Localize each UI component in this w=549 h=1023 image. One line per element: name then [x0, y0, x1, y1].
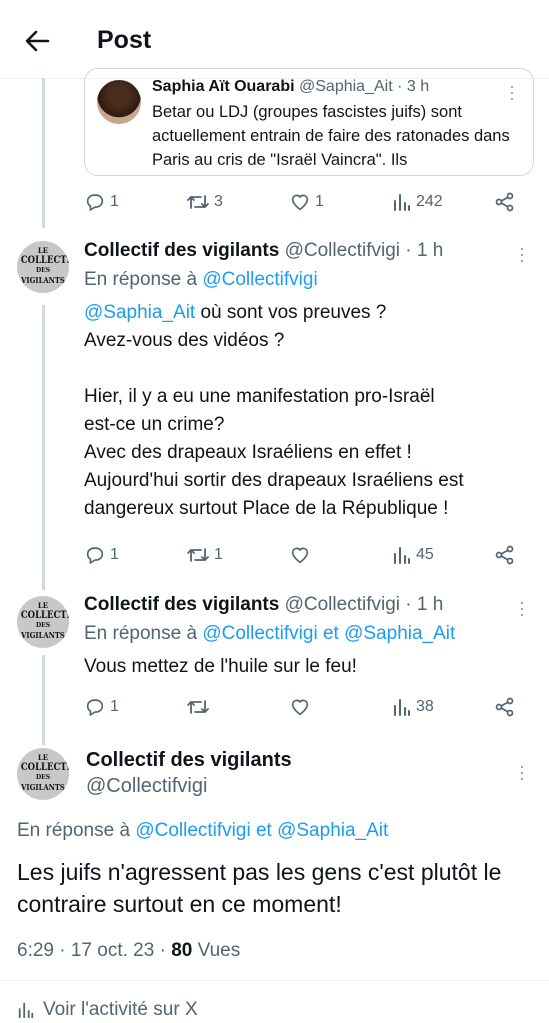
author-handle: @Collectifvigi [284, 594, 400, 615]
heart-icon [291, 194, 309, 211]
author-handle[interactable]: @Collectifvigi [86, 775, 207, 798]
view-activity-link[interactable]: Voir l'activité sur X [17, 999, 198, 1021]
avatar-text: VIGILANTS [21, 630, 65, 640]
quoted-text: Betar ou LDJ (groupes fascistes juifs) s… [152, 103, 510, 169]
reply-context: En réponse à @Collectifvigi et @Saphia_A… [84, 623, 456, 644]
author-name[interactable]: Collectif des vigilants [84, 594, 279, 615]
avatar-text: COLLECTIF [20, 255, 69, 266]
author-line: Collectif des vigilants @Collectifvigi ·… [84, 240, 443, 262]
author-name[interactable]: Collectif des vigilants [86, 749, 292, 772]
tweet-meta: 6:29 · 17 oct. 23 · 80 Vues [17, 940, 241, 961]
share-icon [495, 697, 514, 717]
mention-link[interactable]: @Collectifvigi [135, 820, 250, 841]
more-icon[interactable]: · · · [509, 77, 515, 107]
author-name[interactable]: Collectif des vigilants [84, 240, 279, 261]
reply-context: En réponse à @Collectifvigi [84, 269, 318, 290]
repost-icon [187, 700, 209, 714]
reply-count: 1 [110, 193, 119, 210]
more-icon[interactable]: · · · [519, 239, 525, 269]
page-title: Post [97, 26, 152, 54]
avatar-text: DES [35, 774, 51, 781]
like-count: 1 [315, 193, 324, 210]
reply-count: 1 [110, 698, 119, 715]
reply-icon [86, 547, 104, 565]
timestamp: · 1 h [405, 240, 444, 261]
avatar[interactable]: LE COLLECTIF DES VIGILANTS [17, 596, 69, 648]
avatar-text: VIGILANTS [21, 275, 65, 285]
views-button[interactable]: 38 [392, 696, 434, 718]
repost-icon [187, 548, 209, 562]
quoted-tweet[interactable]: Saphia Aït Ouarabi @Saphia_Ait · 3 h · · ·… [84, 68, 534, 176]
analytics-icon [394, 194, 410, 211]
view-count: 80 [171, 940, 193, 961]
avatar[interactable] [97, 80, 141, 124]
tweet-text: Vous mettez de l'huile sur le feu! [84, 656, 357, 677]
author-handle: @Collectifvigi [284, 240, 400, 261]
more-icon[interactable]: · · · [519, 593, 525, 623]
avatar-text: LE [37, 753, 49, 762]
author-line: Collectif des vigilants @Collectifvigi ·… [84, 594, 443, 616]
repost-button[interactable] [186, 696, 210, 718]
analytics-icon [18, 1002, 34, 1019]
more-icon[interactable]: · · · [519, 757, 525, 787]
divider [0, 980, 549, 981]
view-count: 45 [416, 546, 434, 563]
thread-line [42, 78, 45, 228]
timestamp[interactable]: 6:29 · 17 oct. 23 · [17, 940, 171, 961]
analytics-icon [394, 547, 410, 564]
tweet-text: Les juifs n'agressent pas les gens c'est… [17, 859, 502, 917]
avatar-text: LE [37, 246, 49, 255]
avatar[interactable]: LE COLLECTIF DES VIGILANTS [17, 748, 69, 800]
like-button[interactable] [289, 696, 311, 718]
share-button[interactable] [494, 696, 516, 718]
mention-link[interactable]: @Saphia_Ait [277, 820, 388, 841]
mention-link[interactable]: @Saphia_Ait [84, 302, 195, 323]
avatar-text: DES [35, 622, 51, 629]
avatar[interactable]: LE COLLECTIF DES VIGILANTS [17, 241, 69, 293]
repost-icon [187, 195, 209, 209]
avatar-text: DES [35, 267, 51, 274]
reply-button[interactable]: 1 [84, 544, 119, 566]
repost-count: 3 [214, 193, 223, 210]
avatar-text: COLLECTIF [20, 762, 69, 773]
views-button[interactable]: 242 [392, 191, 443, 213]
share-button[interactable] [494, 191, 516, 213]
thread-line [42, 655, 45, 745]
timestamp: · 1 h [405, 594, 444, 615]
heart-icon [291, 547, 309, 564]
fade-overlay [152, 163, 524, 175]
repost-button[interactable]: 3 [186, 191, 223, 213]
mention-link[interactable]: @Saphia_Ait [344, 623, 455, 644]
tweet-text: @Saphia_Ait où sont vos preuves ? Avez-v… [84, 302, 464, 519]
avatar-text: VIGILANTS [21, 782, 65, 792]
reply-icon [86, 699, 104, 717]
mention-link[interactable]: @Collectifvigi [202, 269, 317, 290]
reply-count: 1 [110, 546, 119, 563]
avatar-text: COLLECTIF [20, 610, 69, 621]
reply-context: En réponse à @Collectifvigi et @Saphia_A… [17, 820, 389, 841]
thread-line [42, 305, 45, 590]
like-button[interactable] [289, 544, 311, 566]
quoted-author: Saphia Aït Ouarabi @Saphia_Ait · 3 h [152, 78, 430, 95]
like-button[interactable]: 1 [289, 191, 324, 213]
view-count: 242 [416, 193, 443, 210]
activity-label: Voir l'activité sur X [43, 999, 198, 1020]
reply-button[interactable]: 1 [84, 696, 119, 718]
reply-button[interactable]: 1 [84, 191, 119, 213]
share-button[interactable] [494, 544, 516, 566]
view-count: 38 [416, 698, 434, 715]
share-icon [495, 192, 514, 212]
repost-button[interactable]: 1 [186, 544, 223, 566]
analytics-icon [394, 699, 410, 716]
avatar-text: LE [37, 601, 49, 610]
repost-count: 1 [214, 546, 223, 563]
share-icon [495, 545, 514, 565]
reply-icon [86, 194, 104, 212]
mention-link[interactable]: @Collectifvigi [202, 623, 317, 644]
views-button[interactable]: 45 [392, 544, 434, 566]
heart-icon [291, 699, 309, 716]
arrow-left-icon[interactable] [22, 26, 52, 56]
